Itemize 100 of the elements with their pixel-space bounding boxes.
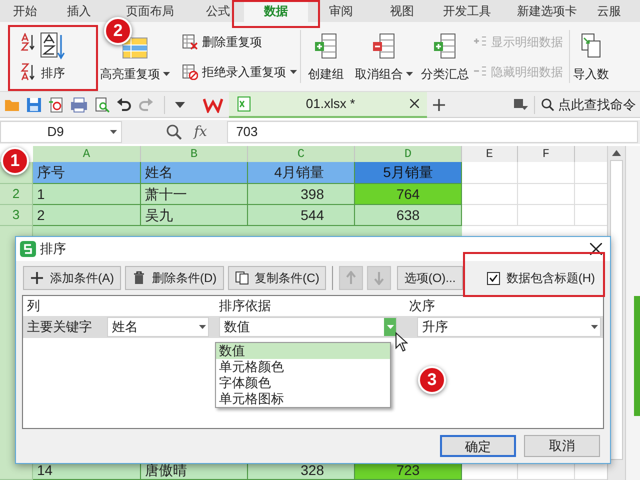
table-cell: 4月销量 (248, 162, 355, 184)
plus-icon (30, 271, 44, 285)
caret-icon (290, 70, 297, 74)
formula-input[interactable]: 703 (227, 121, 638, 143)
condition-label: 主要关键字 (26, 318, 93, 336)
name-box[interactable]: D9 (0, 121, 122, 143)
dropdown-option[interactable]: 单元格颜色 (216, 359, 390, 375)
toolbar-button[interactable]: 删除条件(D) (125, 266, 224, 290)
table-cross-icon (182, 34, 198, 50)
table-block-icon (182, 64, 198, 80)
close-icon (590, 243, 602, 255)
sort-icon (40, 32, 66, 60)
function-label: fx (194, 122, 208, 142)
caret-icon (406, 72, 413, 76)
highlight-table-icon (122, 37, 148, 59)
zoom-icon (166, 124, 182, 140)
dropdown-option[interactable]: 数值 (216, 343, 390, 359)
create-group-button[interactable]: 创建组 (301, 22, 351, 91)
arrow-up-icon (345, 271, 358, 285)
sort-on-dropdown[interactable]: 数值 (219, 317, 397, 337)
dialog-title: 排序 (40, 240, 67, 258)
redo-icon (138, 98, 154, 112)
column-header[interactable]: E (462, 146, 518, 162)
ungroup-button[interactable]: 取消组合 (351, 22, 417, 91)
ribbon-tab[interactable]: 审阅 (308, 0, 374, 22)
print-icon (70, 96, 88, 112)
sort-ascending-icon (20, 32, 36, 50)
app-logo-icon (20, 241, 36, 257)
list-icon (473, 36, 487, 48)
table-cell: 萧十一 (141, 184, 248, 205)
plus-icon (433, 98, 445, 110)
table-cell (462, 184, 518, 205)
undo-icon (116, 98, 132, 112)
arrow-up-icon (612, 150, 621, 156)
table-cell (518, 162, 575, 184)
w-logo-icon (203, 96, 223, 112)
table-cell: 5月销量 (355, 162, 462, 184)
ribbon-tab[interactable]: 公式 (192, 0, 244, 22)
ribbon-tab[interactable]: 新建选项卡 (504, 0, 590, 22)
caret-icon (175, 102, 185, 108)
mouse-pointer-icon (395, 332, 408, 352)
highlight-duplicates-button[interactable]: 高亮重复项 (100, 65, 170, 83)
table-cell: 398 (248, 184, 355, 205)
caret-icon (590, 325, 598, 329)
dropdown-option[interactable]: 字体颜色 (216, 375, 390, 391)
column-header[interactable]: F (518, 146, 575, 162)
table-cell (462, 162, 518, 184)
group-minus-icon (372, 33, 396, 59)
caret-icon (163, 72, 170, 76)
row-header[interactable] (0, 462, 33, 480)
table-cell: 姓名 (141, 162, 248, 184)
table-cell: 764 (355, 184, 462, 205)
caret-icon (386, 325, 394, 329)
remove-duplicates-button[interactable]: 删除重复项 (182, 32, 300, 50)
command-search-button[interactable]: 点此查找命令 (541, 94, 640, 114)
close-icon (410, 99, 419, 108)
ok-button[interactable]: 确定 (440, 435, 516, 457)
toolbar-button[interactable]: 添加条件(A) (23, 266, 121, 290)
list-icon (473, 66, 487, 78)
ribbon-tab[interactable]: 开发工具 (430, 0, 504, 22)
options-button[interactable]: 选项(O)... (397, 266, 463, 290)
table-cell: 638 (355, 205, 462, 226)
ribbon-tab[interactable]: 视图 (374, 0, 430, 22)
column-heading: 列 (26, 297, 41, 316)
search-icon (541, 98, 554, 111)
reject-duplicates-button[interactable]: 拒绝录入重复项 (182, 62, 300, 80)
column-dropdown[interactable]: 姓名 (107, 317, 209, 337)
ribbon-tab[interactable]: 云服 (590, 0, 628, 22)
copy-icon (234, 271, 249, 285)
print-preview-icon (94, 96, 110, 112)
folder-icon (4, 98, 20, 112)
caret-icon (198, 325, 206, 329)
sort-button[interactable]: 排序 (41, 64, 65, 82)
subtotal-button[interactable]: 分类汇总 (417, 22, 473, 91)
dropdown-option[interactable]: 单元格图标 (216, 391, 390, 407)
arrow-down-icon (373, 271, 386, 285)
group-plus-icon (314, 33, 338, 59)
checkmark-icon (489, 274, 498, 282)
trash-icon (132, 271, 146, 285)
table-cell (518, 205, 575, 226)
import-document-icon (580, 33, 602, 59)
table-cell: 544 (248, 205, 355, 226)
table-cell: 序号 (33, 162, 141, 184)
step-marker: 1 (1, 147, 29, 175)
ribbon-tab[interactable]: 开始 (0, 0, 50, 22)
ribbon-tab[interactable]: 数据 (244, 0, 308, 22)
column-heading: 次序 (408, 297, 436, 316)
cancel-button[interactable]: 取消 (524, 435, 600, 457)
sort-descending-icon (20, 62, 36, 80)
file-tab[interactable]: 01.xlsx * (229, 92, 427, 118)
import-data-button[interactable]: 导入数 (570, 22, 612, 91)
toolbar-button[interactable]: 复制条件(C) (228, 266, 326, 290)
table-cell: 1 (33, 184, 141, 205)
subtotal-icon (433, 33, 457, 59)
save-icon (26, 96, 42, 112)
spreadsheet-file-icon (237, 96, 251, 112)
caret-icon (110, 130, 117, 134)
header-checkbox[interactable]: 数据包含标题(H) (487, 269, 595, 287)
table-cell (518, 184, 575, 205)
order-dropdown[interactable]: 升序 (417, 317, 601, 337)
